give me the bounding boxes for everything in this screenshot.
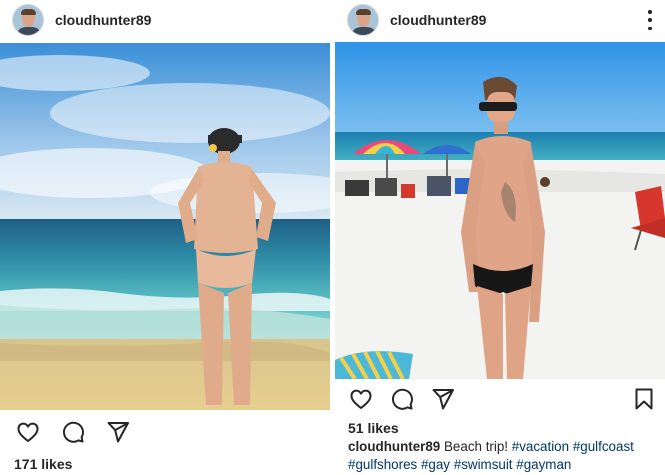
share-icon[interactable] <box>106 420 130 444</box>
username[interactable]: cloudhunter89 <box>390 12 486 28</box>
dot <box>648 26 652 30</box>
post-1: cloudhunter89 171 likes <box>0 0 330 475</box>
post-header: cloudhunter89 <box>0 0 330 40</box>
avatar[interactable] <box>12 4 44 36</box>
hashtag-vacation[interactable]: #vacation <box>512 439 569 454</box>
bookmark-icon[interactable] <box>632 387 656 411</box>
avatar-hair <box>356 9 371 15</box>
hashtag-gulfshores[interactable]: #gulfshores <box>348 457 417 472</box>
share-icon[interactable] <box>431 387 455 411</box>
post-2: cloudhunter89 51 likes cloudhunter89 Bea… <box>335 0 665 475</box>
caption-text: Beach trip! <box>444 439 509 454</box>
avatar-shirt <box>16 27 42 35</box>
hashtag-swimsuit[interactable]: #swimsuit <box>454 457 513 472</box>
avatar-hair <box>21 9 36 15</box>
username[interactable]: cloudhunter89 <box>55 12 151 28</box>
action-bar <box>0 414 330 448</box>
caption: cloudhunter89 Beach trip! #vacation #gul… <box>348 438 658 474</box>
dot <box>648 10 652 14</box>
dot <box>648 18 652 22</box>
beach-photo-right <box>335 42 665 379</box>
likes-count[interactable]: 51 likes <box>348 420 399 436</box>
caption-username[interactable]: cloudhunter89 <box>348 439 440 454</box>
heart-icon[interactable] <box>16 420 40 444</box>
avatar[interactable] <box>347 4 379 36</box>
comment-icon[interactable] <box>61 420 85 444</box>
likes-count[interactable]: 171 likes <box>14 456 72 472</box>
hashtag-gulfcoast[interactable]: #gulfcoast <box>573 439 634 454</box>
post-photo[interactable] <box>335 42 665 379</box>
more-options-icon[interactable] <box>647 10 653 30</box>
heart-icon[interactable] <box>349 387 373 411</box>
post-photo[interactable] <box>0 43 330 410</box>
avatar-shirt <box>351 27 377 35</box>
post-header: cloudhunter89 <box>335 0 665 40</box>
hashtag-gayman[interactable]: #gayman <box>516 457 571 472</box>
action-bar <box>335 381 665 415</box>
beach-photo-left <box>0 43 330 410</box>
hashtag-gay[interactable]: #gay <box>421 457 450 472</box>
comment-icon[interactable] <box>390 387 414 411</box>
